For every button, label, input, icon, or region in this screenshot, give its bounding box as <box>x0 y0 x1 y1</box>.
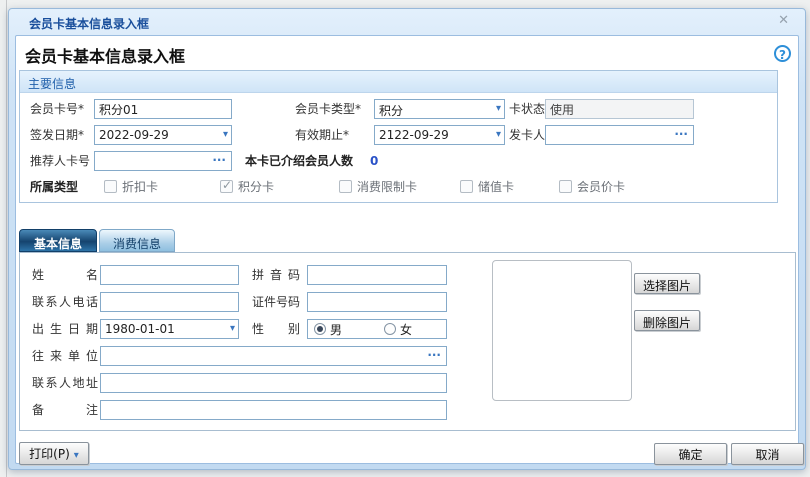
birth-date-select[interactable]: 1980-01-01 ▾ <box>100 319 239 339</box>
remark-input[interactable] <box>100 400 447 420</box>
issuer-label: 发卡人 <box>509 125 545 145</box>
chevron-down-icon: ▾ <box>223 129 228 141</box>
gender-male-label: 男 <box>330 320 342 340</box>
tab-consume-info[interactable]: 消费信息 <box>99 229 175 252</box>
gender-radio-male[interactable] <box>314 323 326 335</box>
page-title: 会员卡基本信息录入框 <box>25 43 185 67</box>
address-label: 联系人地址 <box>32 373 98 393</box>
pinyin-input[interactable] <box>307 265 447 285</box>
delete-image-button[interactable]: 删除图片 <box>634 310 700 331</box>
valid-until-value: 2122-09-29 <box>379 128 449 142</box>
referred-count-value: 0 <box>370 151 378 171</box>
member-card-dialog: 会员卡基本信息录入框 ✕ 会员卡基本信息录入框 ? 主要信息 会员卡号* 会员卡… <box>8 8 806 470</box>
ellipsis-icon[interactable]: ··· <box>674 127 688 141</box>
checkbox-points-card-label: 积分卡 <box>238 177 274 197</box>
checkbox-discount-card <box>104 180 117 193</box>
issue-date-value: 2022-09-29 <box>99 128 169 142</box>
issue-date-select[interactable]: 2022-09-29 ▾ <box>94 125 232 145</box>
referred-count-label: 本卡已介绍会员人数 <box>245 151 353 171</box>
window-title: 会员卡基本信息录入框 <box>29 15 149 32</box>
select-image-button[interactable]: 选择图片 <box>634 273 700 294</box>
gender-radio-female[interactable] <box>384 323 396 335</box>
remark-label: 备注 <box>32 400 98 420</box>
checkbox-consume-limit-card <box>339 180 352 193</box>
referrer-card-input[interactable]: ··· <box>94 151 232 171</box>
issuer-input[interactable]: ··· <box>545 125 694 145</box>
window-titlebar[interactable]: 会员卡基本信息录入框 ✕ <box>9 9 805 35</box>
gender-radio-group: 男 女 <box>307 319 447 339</box>
phone-label: 联系人电话 <box>32 292 98 312</box>
checkbox-stored-value-card <box>460 180 473 193</box>
main-info-group: 主要信息 会员卡号* 会员卡类型* 积分 ▾ 卡状态 签发日期* 2022-09… <box>19 70 778 203</box>
gender-label: 性别 <box>252 319 300 339</box>
company-input[interactable]: ··· <box>100 346 447 366</box>
company-label: 往来单位 <box>32 346 98 366</box>
cancel-button[interactable]: 取消 <box>731 443 804 465</box>
print-button-label: 打印(P) <box>29 447 70 461</box>
checkbox-stored-value-card-label: 储值卡 <box>478 177 514 197</box>
checkbox-member-price-card-label: 会员价卡 <box>577 177 625 197</box>
help-icon[interactable]: ? <box>774 45 791 62</box>
id-no-input[interactable] <box>307 292 447 312</box>
gender-female-label: 女 <box>400 320 412 340</box>
card-no-label: 会员卡号* <box>30 99 84 119</box>
close-icon[interactable]: ✕ <box>778 13 789 28</box>
card-type-select[interactable]: 积分 ▾ <box>374 99 505 119</box>
birth-date-value: 1980-01-01 <box>105 322 175 336</box>
chevron-down-icon: ▾ <box>74 450 79 461</box>
referrer-card-label: 推荐人卡号 <box>30 151 90 171</box>
card-status-label: 卡状态 <box>509 99 545 119</box>
tab-basic-info[interactable]: 基本信息 <box>19 229 97 252</box>
checkbox-points-card <box>220 180 233 193</box>
ellipsis-icon[interactable]: ··· <box>212 153 226 167</box>
issue-date-label: 签发日期* <box>30 125 84 145</box>
checkbox-consume-limit-card-label: 消费限制卡 <box>357 177 417 197</box>
name-label: 姓名 <box>32 265 98 285</box>
main-info-group-title: 主要信息 <box>20 71 777 93</box>
contact-address-input[interactable] <box>100 373 447 393</box>
pinyin-label: 拼音码 <box>252 265 300 285</box>
background-window-edge <box>6 0 7 477</box>
valid-until-label: 有效期止* <box>295 125 349 145</box>
card-type-value: 积分 <box>379 104 403 118</box>
id-no-label: 证件号码 <box>252 292 300 312</box>
checkbox-discount-card-label: 折扣卡 <box>122 177 158 197</box>
valid-until-select[interactable]: 2122-09-29 ▾ <box>374 125 505 145</box>
basic-info-tab-panel: 姓名 拼音码 联系人电话 证件号码 出生日期 1980-01-01 ▾ 性别 男… <box>19 252 796 431</box>
print-button[interactable]: 打印(P) ▾ <box>19 442 89 465</box>
chevron-down-icon: ▾ <box>496 103 501 115</box>
checkbox-member-price-card <box>559 180 572 193</box>
birth-date-label: 出生日期 <box>32 319 98 339</box>
contact-phone-input[interactable] <box>100 292 239 312</box>
card-no-input[interactable] <box>94 99 232 119</box>
category-label: 所属类型 <box>30 177 78 197</box>
chevron-down-icon: ▾ <box>496 129 501 141</box>
chevron-down-icon: ▾ <box>230 323 235 335</box>
member-photo-box <box>492 260 632 401</box>
ok-button[interactable]: 确定 <box>654 443 727 465</box>
card-status-input <box>545 99 694 119</box>
card-type-label: 会员卡类型* <box>295 99 361 119</box>
ellipsis-icon[interactable]: ··· <box>427 348 441 362</box>
name-input[interactable] <box>100 265 239 285</box>
